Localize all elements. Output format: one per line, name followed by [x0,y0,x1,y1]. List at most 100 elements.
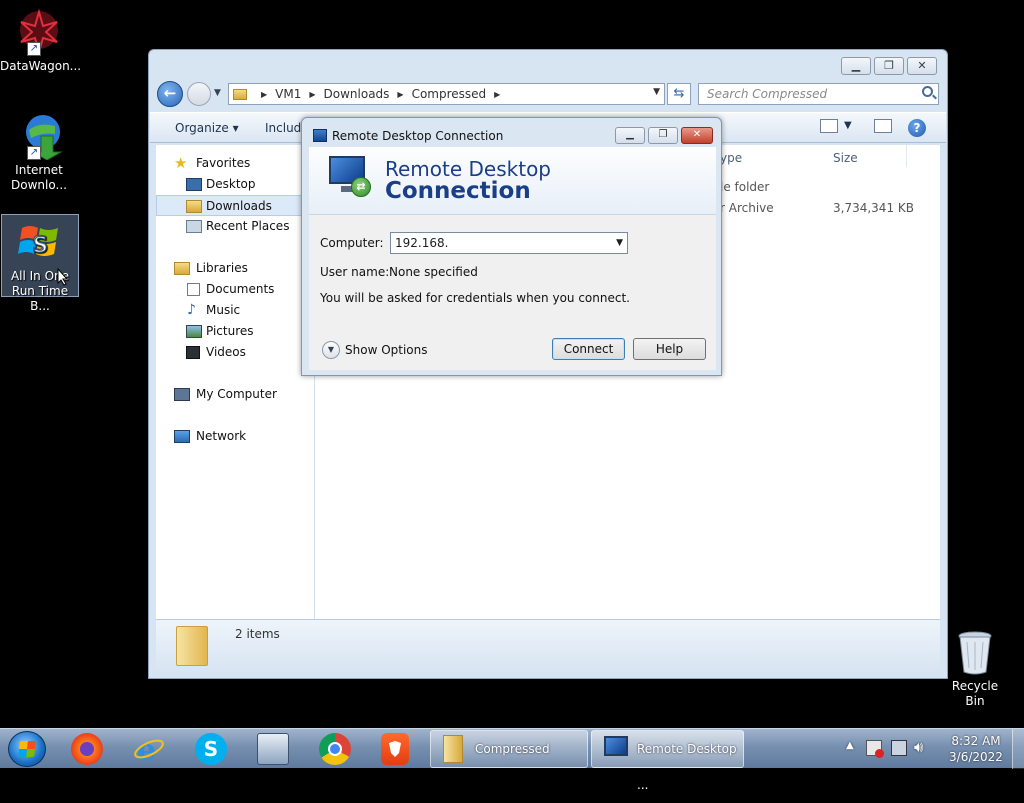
row-type: le folder [720,180,770,194]
nav-item-videos[interactable]: Videos [156,342,315,363]
libraries-icon [174,262,190,275]
desktop-icon-recycle-bin[interactable]: Recycle Bin [942,630,1008,708]
brave-icon[interactable] [381,733,409,765]
show-desktop-button[interactable] [1012,729,1024,769]
username-value: None specified [389,265,478,279]
desktop-icon-label: Downlo... [11,178,67,192]
nav-item-recent-places[interactable]: Recent Places [156,216,315,237]
close-button[interactable]: ✕ [907,57,937,75]
column-header-type[interactable]: ype [720,151,742,165]
shortcut-arrow-icon: ↗ [27,146,41,160]
downloads-folder-icon [186,200,202,213]
nav-label: Music [206,303,241,317]
chevron-right-icon[interactable]: ▶ [494,90,500,99]
connect-arrows-icon: ⇄ [351,177,371,197]
address-bar[interactable]: ▶ VM1 ▶ Downloads ▶ Compressed ▶ ▼ [228,83,665,105]
maximize-button[interactable]: ❐ [648,127,678,144]
desktop-icon-datawagon[interactable]: ↗ DataWagon... [0,8,81,74]
nav-item-desktop[interactable]: Desktop [156,174,315,195]
chevron-right-icon[interactable]: ▶ [261,90,267,99]
internet-explorer-icon[interactable]: e [133,733,165,768]
refresh-button[interactable]: ⇆ [667,83,691,105]
nav-item-network[interactable]: Network [156,426,315,447]
svg-text:S: S [32,233,48,258]
computer-combobox[interactable]: 192.168. ▼ [390,232,628,254]
search-placeholder: Search Compressed [707,87,828,101]
firefox-icon[interactable] [71,733,103,765]
recent-places-icon [186,220,202,233]
nav-item-documents[interactable]: Documents [156,279,315,300]
search-icon[interactable] [922,86,933,97]
change-view-icon[interactable] [820,119,838,133]
folder-icon [233,88,247,100]
music-note-icon: ♪ [187,302,196,318]
nav-label: Favorites [196,156,251,170]
show-options-chevron-icon[interactable]: ▼ [322,341,340,359]
breadcrumb-compressed[interactable]: Compressed [412,87,487,101]
item-count: 2 items [235,627,280,641]
clock-date[interactable]: 3/6/2022 [948,750,1004,764]
nav-label: Libraries [196,261,248,275]
chevron-right-icon[interactable]: ▶ [309,90,315,99]
taskbar-task-compressed[interactable]: Compressed [430,730,588,768]
documents-icon [187,283,200,296]
preview-pane-icon[interactable] [874,119,892,133]
network-computer-icon[interactable] [257,733,289,765]
forward-button[interactable] [187,82,211,106]
minimize-button[interactable]: ▁ [615,127,645,144]
nav-label: Desktop [206,177,256,191]
desktop-icon-internet-download-manager[interactable]: ↗ Internet Downlo... [0,112,78,194]
desktop-icon-label: Internet [15,163,63,177]
clock-time[interactable]: 8:32 AM [951,734,1001,748]
search-input[interactable]: Search Compressed [698,83,939,105]
nav-item-music[interactable]: ♪ Music [156,300,315,321]
organize-label: Organize [175,121,229,135]
desktop-icon-label: Recycle Bin [951,679,999,708]
nav-item-my-computer[interactable]: My Computer [156,384,315,405]
globe-download-icon: ↗ [15,112,63,161]
chrome-icon[interactable] [319,733,351,765]
chevron-down-icon[interactable]: ▼ [616,233,623,253]
column-header-size[interactable]: Size [833,151,858,165]
start-button[interactable] [8,731,46,767]
help-button[interactable]: Help [633,338,706,360]
recycle-bin-icon [955,630,995,676]
back-button[interactable]: ← [157,81,183,107]
desktop-icon-all-in-one-runtimes[interactable]: S All In One Run Time B... [1,214,79,313]
organize-button[interactable]: Organize ▾ [175,121,239,135]
show-options-toggle[interactable]: Show Options [345,343,428,357]
minimize-button[interactable]: ▁ [841,57,871,75]
action-center-icon[interactable] [866,740,884,758]
star-icon: ★ [174,154,188,172]
banner-title-line2: Connection [385,178,531,204]
taskbar-task-remote-desktop[interactable]: Remote Desktop ... [591,730,744,792]
connect-button[interactable]: Connect [552,338,625,360]
network-status-icon[interactable] [891,740,907,756]
nav-item-libraries[interactable]: Libraries [156,258,315,279]
maximize-button[interactable]: ❐ [874,57,904,75]
nav-item-downloads[interactable]: Downloads [156,195,315,216]
credentials-info: You will be asked for credentials when y… [320,291,630,305]
table-row[interactable]: le folder [720,180,769,194]
volume-icon[interactable]: 🔊︎ [914,738,923,756]
chevron-right-icon[interactable]: ▶ [397,90,403,99]
show-hidden-icons-button[interactable]: ▲ [846,740,854,751]
help-icon[interactable]: ? [908,119,926,137]
nav-item-favorites[interactable]: ★ Favorites [156,153,315,174]
taskbar: e S Compressed Remote Desktop ... ▲ 🔊︎ 8… [0,728,1024,792]
close-button[interactable]: ✕ [681,127,713,144]
nav-item-pictures[interactable]: Pictures [156,321,315,342]
recent-pages-dropdown[interactable]: ▼ [214,88,221,98]
breadcrumb-vm1[interactable]: VM1 [275,87,301,101]
windows-runtime-icon: S [16,218,64,266]
breadcrumb-downloads[interactable]: Downloads [324,87,390,101]
datawagon-icon: ↗ [15,8,63,56]
view-dropdown-icon[interactable]: ▼ [844,120,852,131]
task-label: Remote Desktop ... [637,742,737,792]
nav-label: Recent Places [206,219,290,233]
skype-icon[interactable]: S [195,733,227,765]
desktop-icon [186,178,202,191]
network-icon [174,430,190,443]
address-dropdown-icon[interactable]: ▼ [653,87,660,97]
table-row[interactable]: r Archive 3,734,341 KB [720,201,930,215]
